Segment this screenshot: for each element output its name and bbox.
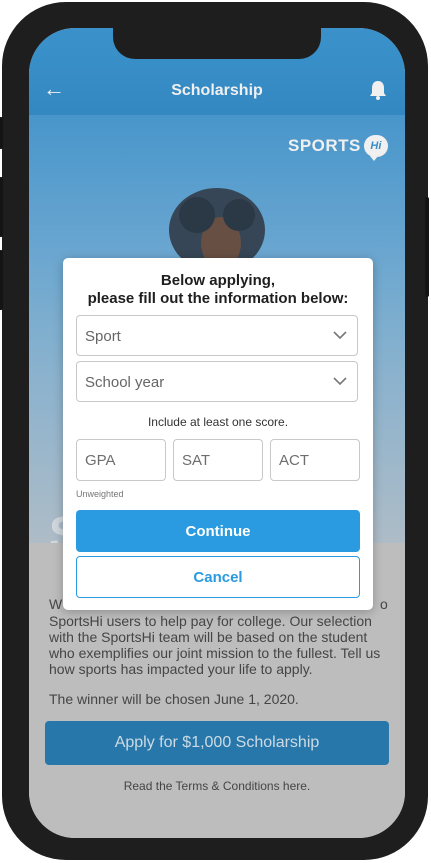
application-modal: Below applying, please fill out the info… [63,258,373,610]
mute-switch [0,117,3,149]
sport-select-label: Sport [85,328,121,345]
volume-up-button [0,177,3,237]
score-hint: Include at least one score. [147,415,289,429]
sat-input[interactable] [173,439,263,481]
modal-heading-line1: Below applying, [160,272,276,289]
cancel-button[interactable]: Cancel [76,556,360,598]
chevron-down-icon [333,331,347,340]
act-input[interactable] [270,439,360,481]
screen: ← Scholarship SPORTS Hi S [29,28,405,838]
modal-heading: Below applying, please fill out the info… [63,272,373,308]
notch [113,28,321,59]
gpa-input[interactable] [76,439,166,481]
chevron-down-icon [333,377,347,386]
power-button [425,197,429,297]
continue-button[interactable]: Continue [76,510,360,552]
volume-down-button [0,250,3,310]
modal-heading-line2: please fill out the information below: [87,290,349,307]
sport-select[interactable]: Sport [76,315,358,356]
school-year-select-label: School year [85,374,165,391]
gpa-note: Unweighted [76,489,124,499]
phone-frame: ← Scholarship SPORTS Hi S [0,2,429,860]
school-year-select[interactable]: School year [76,361,358,402]
